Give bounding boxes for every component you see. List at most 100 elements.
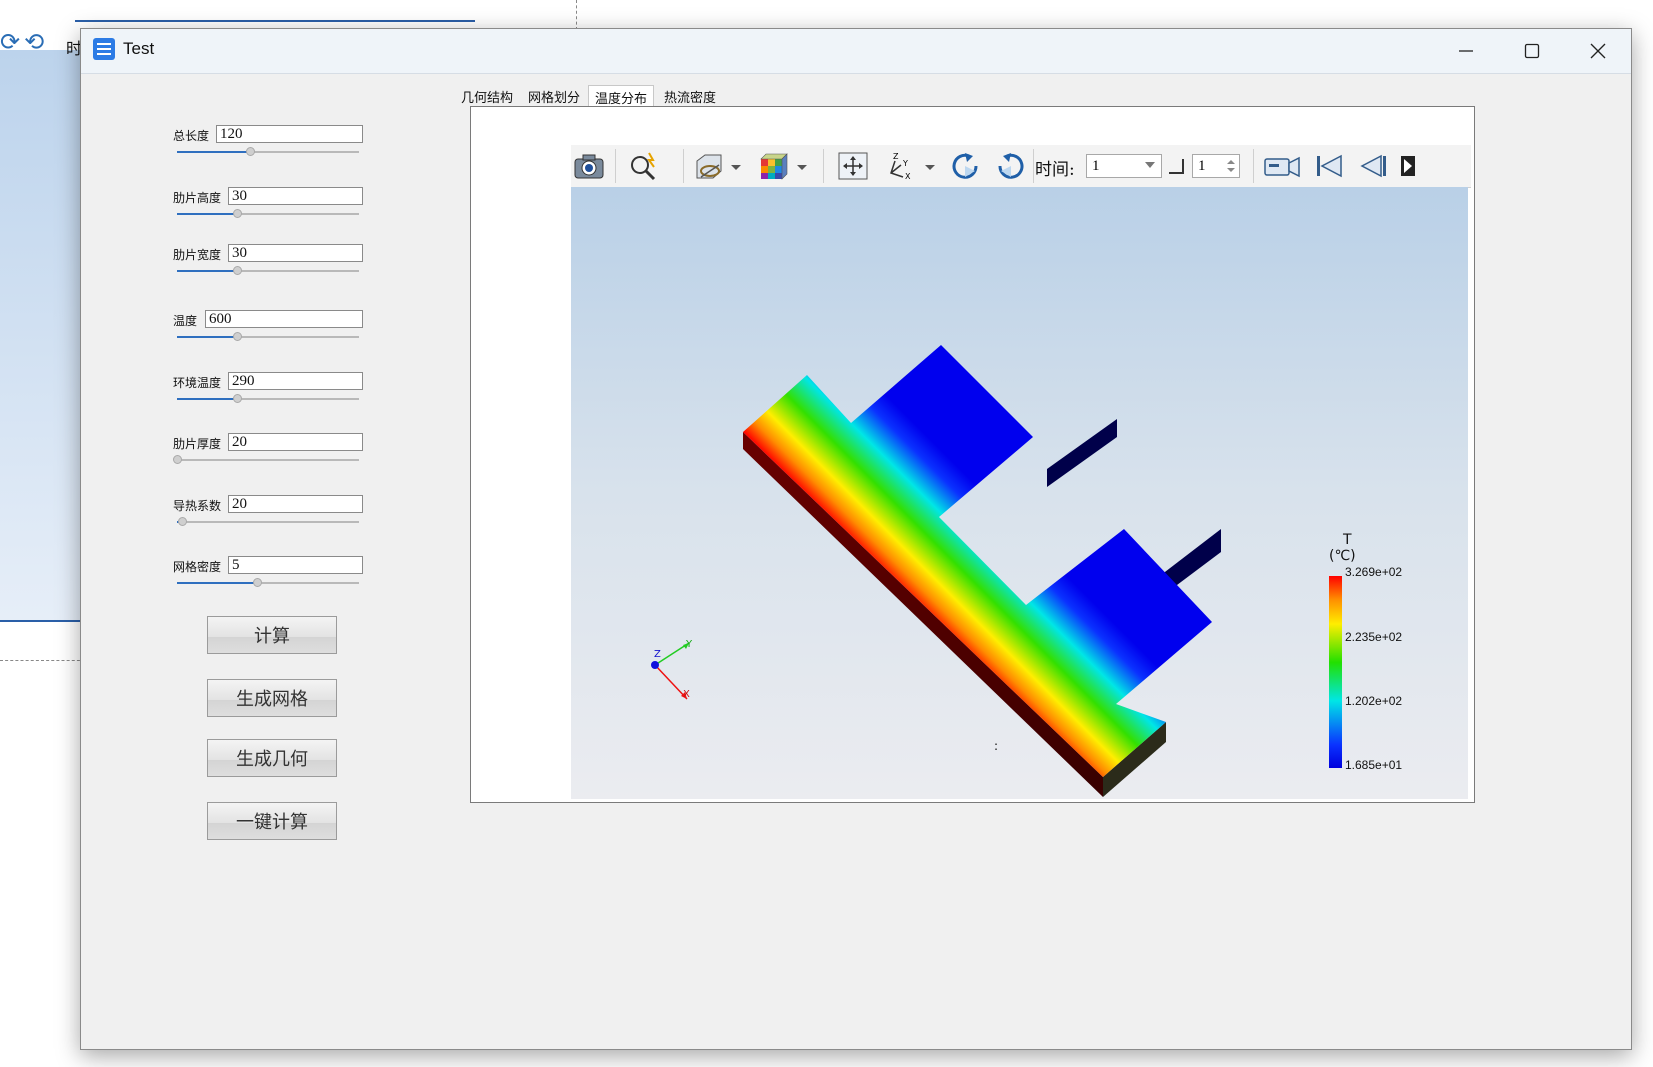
previous-frame-icon[interactable] bbox=[1357, 151, 1389, 181]
close-icon bbox=[1590, 43, 1606, 59]
generate-geometry-button[interactable]: 生成几何 bbox=[207, 739, 337, 777]
step-spinbox[interactable]: 1 bbox=[1192, 154, 1240, 178]
minimize-icon bbox=[1459, 50, 1473, 52]
time-select[interactable]: 1 bbox=[1086, 154, 1162, 178]
fit-view-icon[interactable] bbox=[837, 151, 869, 181]
slider-thumb[interactable] bbox=[233, 332, 243, 341]
record-video-icon[interactable] bbox=[1263, 151, 1301, 181]
clip-box-icon[interactable] bbox=[693, 151, 725, 181]
slider-thumb[interactable] bbox=[233, 394, 243, 403]
field-slider[interactable] bbox=[173, 455, 359, 464]
chevron-down-icon[interactable] bbox=[795, 151, 809, 181]
field-slider[interactable] bbox=[177, 394, 359, 403]
axis-y-label: Y bbox=[685, 639, 693, 650]
close-button[interactable] bbox=[1565, 29, 1631, 73]
legend-colorbar bbox=[1329, 576, 1342, 768]
field-label: 温度 bbox=[173, 314, 198, 328]
slider-fill bbox=[177, 582, 258, 584]
step-bracket-icon bbox=[1169, 159, 1184, 174]
app-icon bbox=[93, 38, 115, 60]
zoom-search-icon[interactable] bbox=[627, 151, 659, 181]
slider-thumb[interactable] bbox=[178, 517, 188, 526]
field-input[interactable]: 290 bbox=[228, 372, 363, 390]
svg-text:Z: Z bbox=[893, 152, 899, 161]
maximize-button[interactable] bbox=[1499, 29, 1565, 73]
minimize-button[interactable] bbox=[1433, 29, 1499, 73]
field-input[interactable]: 20 bbox=[228, 433, 363, 451]
calculate-button[interactable]: 计算 bbox=[207, 616, 337, 654]
legend-tick-max: 3.269e+02 bbox=[1345, 565, 1403, 579]
field-slider[interactable] bbox=[177, 332, 359, 341]
field-slider[interactable] bbox=[177, 517, 359, 526]
camera-icon[interactable] bbox=[573, 151, 605, 181]
first-frame-icon[interactable] bbox=[1313, 151, 1345, 181]
maximize-icon bbox=[1524, 43, 1540, 59]
slider-thumb[interactable] bbox=[173, 455, 182, 464]
field-label: 肋片厚度 bbox=[173, 437, 222, 451]
rotate-icon[interactable]: ⟳ bbox=[0, 28, 20, 56]
field-input[interactable]: 20 bbox=[228, 495, 363, 513]
svg-text:X: X bbox=[905, 172, 911, 181]
slider-thumb[interactable] bbox=[233, 209, 243, 218]
time-label: 时间: bbox=[1035, 160, 1075, 180]
rotate-cw-icon[interactable] bbox=[949, 151, 981, 181]
slider-fill bbox=[177, 398, 238, 400]
slider-fill bbox=[177, 336, 238, 338]
viewport-frame: ZYX 时间: 1 1 Z Y X T (℃) 3.269e+02 2.235e… bbox=[470, 106, 1475, 803]
play-icon[interactable] bbox=[1401, 151, 1415, 181]
generate-mesh-button[interactable]: 生成网格 bbox=[207, 679, 337, 717]
rotate-ccw-icon[interactable]: ⟲ bbox=[24, 28, 44, 56]
step-spinbox-value: 1 bbox=[1198, 158, 1206, 174]
window-title: Test bbox=[123, 39, 155, 58]
tab-mesh[interactable]: 网格划分 bbox=[522, 85, 586, 107]
background-window-panel bbox=[0, 50, 80, 622]
field-slider[interactable] bbox=[177, 578, 359, 587]
spin-arrows-icon bbox=[1227, 160, 1235, 172]
field-label: 导热系数 bbox=[173, 499, 222, 513]
tab-geometry[interactable]: 几何结构 bbox=[456, 85, 518, 107]
legend-tick-mid: 1.202e+02 bbox=[1345, 694, 1403, 708]
slider-fill bbox=[177, 270, 238, 272]
slider-fill bbox=[177, 151, 250, 153]
field-input[interactable]: 30 bbox=[228, 187, 363, 205]
field-slider[interactable] bbox=[177, 209, 359, 218]
main-window: Test 总长度 120 肋片高度 30 肋片宽度 30 温度 600 环境温度 290 肋片厚度 2… bbox=[80, 28, 1632, 1050]
slider-thumb[interactable] bbox=[253, 578, 263, 587]
slider-thumb[interactable] bbox=[233, 266, 243, 275]
axes-triad: Z Y X bbox=[651, 639, 693, 700]
field-input[interactable]: 30 bbox=[228, 244, 363, 262]
background-dashed-line bbox=[0, 660, 85, 661]
one-click-calculate-button[interactable]: 一键计算 bbox=[207, 802, 337, 840]
slider-fill bbox=[177, 213, 238, 215]
field-label: 总长度 bbox=[173, 129, 210, 143]
slider-thumb[interactable] bbox=[245, 147, 255, 156]
viewer-toolbar: ZYX 时间: 1 1 bbox=[571, 145, 1471, 188]
field-slider[interactable] bbox=[177, 147, 359, 156]
field-input[interactable]: 5 bbox=[228, 556, 363, 574]
background-toolbar: ⟳ ⟲ bbox=[0, 28, 48, 56]
field-slider[interactable] bbox=[177, 266, 359, 275]
background-dashed-vline bbox=[576, 0, 577, 30]
field-input[interactable]: 600 bbox=[205, 310, 363, 328]
chevron-down-icon[interactable] bbox=[729, 151, 743, 181]
axis-x-label: X bbox=[683, 689, 690, 700]
field-input[interactable]: 120 bbox=[216, 125, 363, 143]
tab-temperature[interactable]: 温度分布 bbox=[588, 85, 654, 108]
legend-tick-min: 1.685e+01 bbox=[1345, 758, 1403, 772]
viewport-marker: : bbox=[994, 739, 999, 753]
field-label: 肋片宽度 bbox=[173, 248, 222, 262]
chevron-down-icon bbox=[1145, 162, 1155, 168]
render-viewport[interactable]: Z Y X T (℃) 3.269e+02 2.235e+02 1.202e+0… bbox=[571, 187, 1468, 799]
axis-z-label: Z bbox=[654, 649, 661, 660]
legend-tick-high: 2.235e+02 bbox=[1345, 630, 1403, 644]
field-label: 肋片高度 bbox=[173, 191, 222, 205]
title-bar: Test bbox=[81, 29, 1631, 74]
tab-heat-flux[interactable]: 热流密度 bbox=[658, 85, 722, 107]
axes-orientation-icon[interactable]: ZYX bbox=[885, 151, 917, 181]
colormap-cube-icon[interactable] bbox=[757, 151, 789, 181]
field-label: 网格密度 bbox=[173, 560, 222, 574]
field-label: 环境温度 bbox=[173, 376, 222, 390]
time-select-value: 1 bbox=[1092, 158, 1100, 174]
rotate-ccw-icon[interactable] bbox=[995, 151, 1027, 181]
chevron-down-icon[interactable] bbox=[923, 151, 937, 181]
